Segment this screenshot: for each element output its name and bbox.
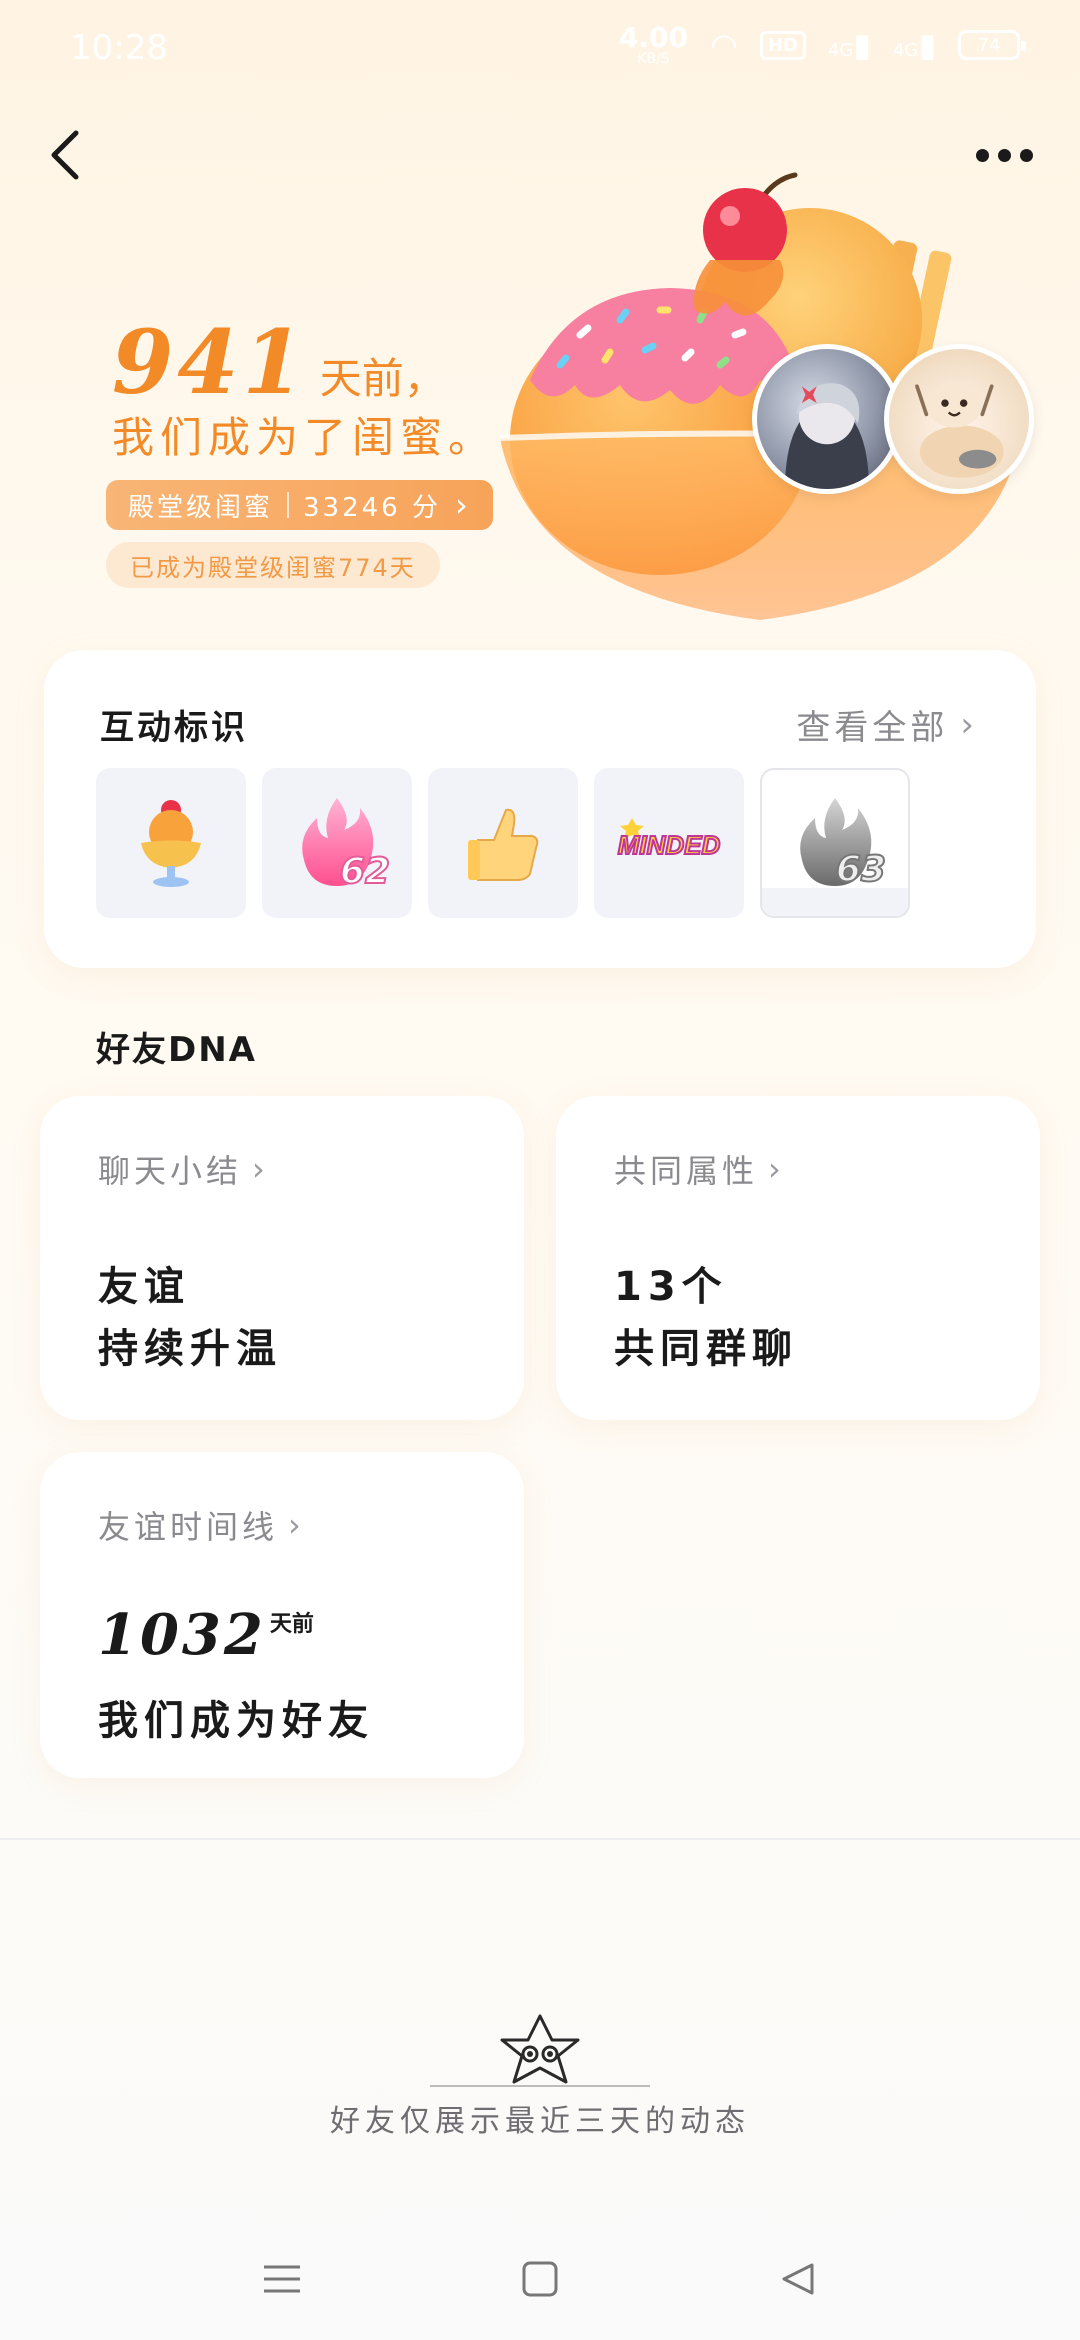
chevron-left-icon: [51, 130, 79, 180]
user-avatar[interactable]: [752, 344, 902, 494]
status-time: 10:28: [70, 28, 168, 68]
friend-since-number: 1032: [98, 1602, 266, 1668]
battery-icon: 74: [958, 30, 1026, 60]
minded-badge-icon: MINDED: [617, 818, 721, 861]
network-speed: 4.00 KB/S: [618, 21, 689, 67]
chat-summary-label-text: 聊天小结: [98, 1152, 243, 1190]
view-all-button[interactable]: 查看全部 ›: [796, 700, 978, 749]
star-mascot-icon: [430, 2014, 650, 2087]
grey-fire-number: 63: [835, 848, 887, 891]
fire-streak-number: 62: [339, 850, 391, 893]
view-all-label: 查看全部: [796, 708, 949, 748]
badge-sundae[interactable]: [96, 768, 246, 918]
interaction-marks-card: 互动标识 查看全部 › 62 MINDED 63: [44, 650, 1036, 968]
hd-badge: HD: [759, 30, 806, 60]
network-speed-unit: KB/S: [637, 51, 670, 67]
friendship-timeline-label: 友谊时间线 ›: [98, 1502, 305, 1548]
friend-since-line: 我们成为好友: [98, 1698, 374, 1744]
friendship-subtitle: 我们成为了闺蜜。: [112, 413, 497, 462]
common-groups-label: 共同群聊: [614, 1326, 798, 1372]
chat-summary-label: 聊天小结 ›: [98, 1146, 269, 1192]
chevron-right-icon: ›: [768, 1150, 785, 1188]
chat-summary-card[interactable]: 聊天小结 › 友谊 持续升温: [40, 1096, 524, 1420]
common-attributes-label-text: 共同属性: [614, 1152, 759, 1190]
minded-badge-text: MINDED: [618, 830, 721, 860]
level-duration-badge: 已成为殿堂级闺蜜774天: [106, 542, 440, 588]
avatar-cartoon-icon: [915, 382, 1004, 478]
friend-avatar[interactable]: [884, 344, 1034, 494]
home-button[interactable]: [505, 2244, 575, 2314]
chevron-right-icon: ›: [960, 704, 978, 745]
signal-icon-1: 4G▮: [827, 26, 871, 64]
system-navigation-bar: [0, 2220, 1080, 2340]
back-button[interactable]: [36, 120, 96, 190]
chevron-right-icon: ›: [252, 1150, 269, 1188]
level-score-button[interactable]: 殿堂级闺蜜 33246 分 ›: [106, 480, 493, 530]
signal-icon-2: 4G▮: [892, 26, 936, 64]
recent-apps-button[interactable]: [247, 2244, 317, 2314]
home-square-icon: [522, 2261, 558, 2297]
chat-summary-line1: 友谊: [98, 1264, 190, 1310]
empty-feed-text: 好友仅展示最近三天的动态: [330, 2104, 750, 2139]
common-groups-count: 13个: [614, 1264, 728, 1310]
thumbs-up-badge-icon: [468, 808, 539, 881]
signal-label-2: 4G: [892, 40, 919, 61]
friendship-days: 941 天前，: [112, 310, 446, 414]
badge-minded[interactable]: MINDED: [594, 768, 744, 918]
chevron-right-icon: ›: [455, 486, 471, 524]
more-dot: [997, 148, 1011, 162]
menu-icon: [264, 2265, 300, 2293]
interaction-marks-title: 互动标识: [100, 708, 248, 748]
friendship-days-suffix: 天前，: [319, 354, 446, 403]
battery-level: 74: [977, 34, 1001, 56]
level-divider: [287, 492, 290, 518]
back-triangle-icon: [782, 2263, 814, 2295]
badge-grey-fire[interactable]: 63: [760, 768, 910, 918]
more-dot: [975, 148, 989, 162]
friendship-timeline-card[interactable]: 友谊时间线 › 1032 天前 我们成为好友: [40, 1452, 524, 1778]
system-back-button[interactable]: [763, 2244, 833, 2314]
badge-fire-streak[interactable]: 62: [262, 768, 412, 918]
friendship-days-number: 941: [112, 310, 308, 414]
signal-label-1: 4G: [827, 40, 854, 61]
wifi-icon: ◠: [710, 26, 738, 64]
badge-list: 62 MINDED 63: [96, 768, 910, 918]
status-bar: 10:28 4.00 KB/S ◠ HD 4G▮ 4G▮ 74: [0, 0, 1080, 96]
chat-summary-line2: 持续升温: [98, 1326, 282, 1372]
avatar-anime-girl-icon: [785, 383, 869, 489]
section-divider: [0, 1838, 1080, 1840]
badge-thumbs-up[interactable]: [428, 768, 578, 918]
level-label: 殿堂级闺蜜: [128, 492, 274, 523]
more-dot: [1019, 148, 1033, 162]
chevron-right-icon: ›: [288, 1506, 305, 1544]
friend-since-suffix: 天前: [269, 1612, 314, 1637]
friend-since: 1032 天前: [98, 1602, 314, 1668]
common-attributes-label: 共同属性 ›: [614, 1146, 785, 1192]
level-score: 33246 分: [303, 492, 441, 523]
sundae-badge-icon: [141, 800, 201, 887]
status-icons: 4.00 KB/S ◠ HD 4G▮ 4G▮ 74: [618, 21, 1026, 67]
common-attributes-card[interactable]: 共同属性 › 13个 共同群聊: [556, 1096, 1040, 1420]
friend-dna-title: 好友DNA: [96, 1030, 257, 1070]
network-speed-value: 4.00: [618, 21, 689, 54]
friendship-timeline-label-text: 友谊时间线: [98, 1508, 279, 1546]
